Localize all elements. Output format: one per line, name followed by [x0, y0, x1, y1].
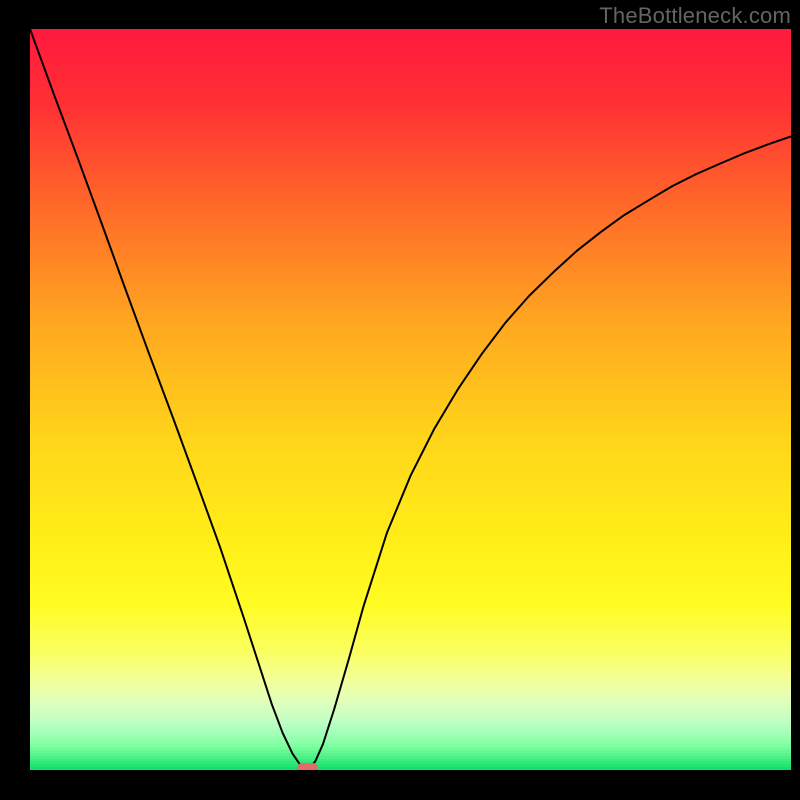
bottleneck-marker — [297, 763, 318, 770]
plot-area — [30, 29, 791, 770]
watermark-text: TheBottleneck.com — [599, 3, 791, 29]
curve-svg — [30, 29, 791, 770]
chart-frame: TheBottleneck.com — [0, 0, 800, 800]
bottleneck-curve — [30, 29, 791, 770]
